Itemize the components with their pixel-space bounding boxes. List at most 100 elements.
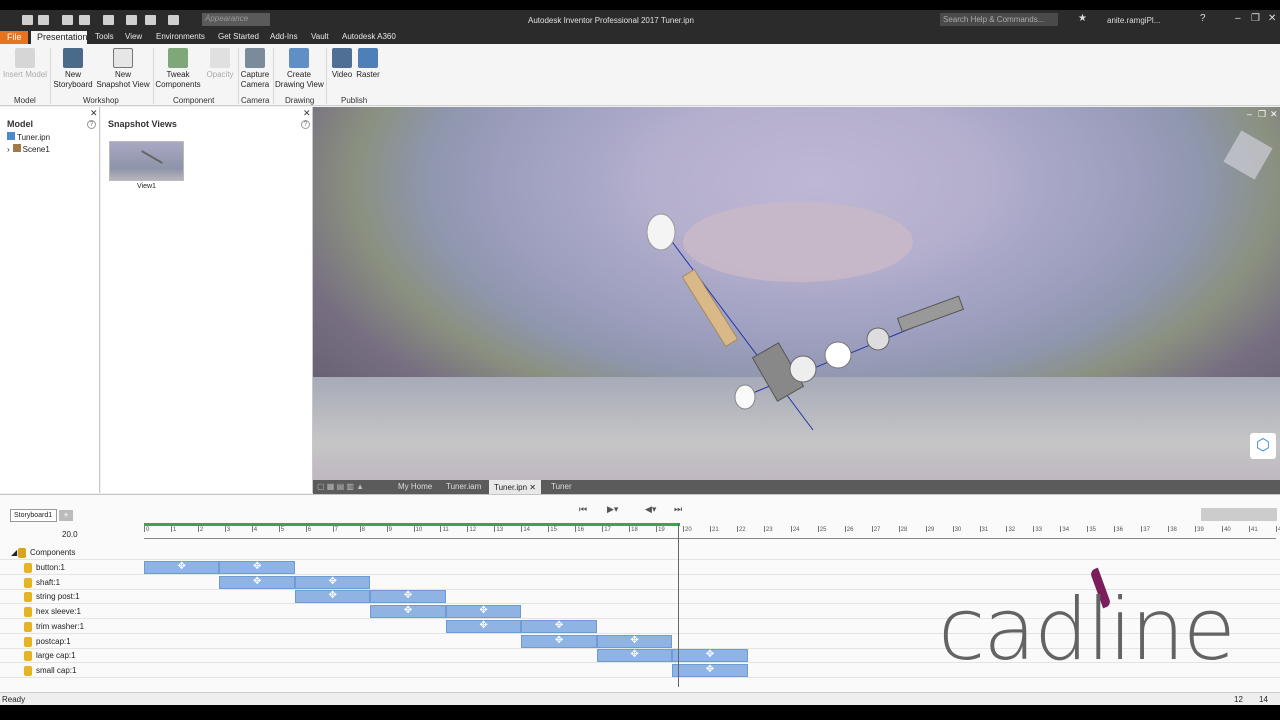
opacity-button[interactable]: Opacity (204, 48, 236, 80)
capture-camera-button[interactable]: Capture Camera (238, 48, 272, 90)
layout-icons[interactable]: ▢ ▦ ▤ ▥ ▲ (317, 482, 364, 491)
close-icon[interactable]: ✕ (90, 108, 98, 119)
action-bar[interactable]: ✥ (521, 634, 597, 648)
search-input[interactable]: Search Help & Commands... (940, 13, 1058, 26)
tab-add-ins[interactable]: Add-Ins (270, 32, 298, 41)
tweak-icon (168, 48, 188, 68)
action-bar[interactable]: ✥ (370, 605, 446, 619)
action-bar[interactable]: ✥ (144, 561, 220, 574)
action-bar[interactable]: ✥ (596, 634, 673, 648)
home-icon[interactable] (126, 15, 137, 25)
document-tabs: ▢ ▦ ▤ ▥ ▲ My Home Tuner.iam Tuner.ipn ✕ … (313, 480, 1280, 494)
tab-vault[interactable]: Vault (311, 32, 329, 41)
component-label[interactable]: trim washer:1 (36, 622, 84, 631)
snapshot-thumbnail[interactable] (109, 141, 184, 181)
ruler-tick (1060, 526, 1062, 532)
close-icon[interactable]: ✕ (529, 483, 536, 492)
tab-my-home[interactable]: My Home (398, 482, 432, 491)
tab-presentation[interactable]: Presentation (31, 31, 88, 44)
action-bar[interactable]: ✥ (596, 649, 673, 663)
action-bar[interactable]: ✥ (521, 619, 597, 633)
model-panel-title[interactable]: Model (7, 119, 33, 129)
insert-model-button[interactable]: Insert Model (3, 48, 47, 80)
timeline-zoom-slider[interactable] (1201, 508, 1277, 521)
action-bar[interactable]: ✥ (294, 590, 371, 604)
component-label[interactable]: hex sleeve:1 (36, 607, 81, 616)
component-label[interactable]: postcap:1 (36, 637, 71, 646)
app-menu-icon[interactable] (22, 15, 33, 25)
action-bar[interactable]: ✥ (445, 605, 522, 619)
tweak-components-button[interactable]: Tweak Components (155, 48, 201, 90)
ruler-tick (683, 526, 685, 532)
tab-a360[interactable]: Autodesk A360 (342, 32, 396, 41)
component-label[interactable]: button:1 (36, 563, 65, 572)
small-cap-part (734, 384, 756, 410)
ruler-tick-label: 18 (631, 527, 638, 533)
color-icon[interactable] (168, 15, 179, 25)
reverse-icon[interactable]: ◀▾ (645, 504, 656, 515)
3d-viewport[interactable]: ⬡ – ❐ ✕ (313, 107, 1280, 480)
viewport-restore[interactable]: ❐ (1258, 109, 1266, 120)
tree-item-tuner-ipn[interactable]: Tuner.ipn (7, 132, 50, 142)
goto-end-icon[interactable]: ⏭ (674, 504, 682, 515)
close-button[interactable]: ✕ (1268, 13, 1276, 24)
action-bar[interactable]: ✥ (672, 663, 748, 677)
open-icon[interactable] (38, 15, 49, 25)
viewport-close[interactable]: ✕ (1270, 109, 1278, 120)
tab-view[interactable]: View (125, 32, 142, 41)
time-ruler[interactable]: 0 1 2 3 4 5 6 7 8 9 10 11 12 13 14 15 16 17 18 19 20 21 22 23 24… (144, 523, 1280, 539)
ruler-tick-label: 8 (361, 527, 365, 533)
new-storyboard-button[interactable]: New Storyboard (52, 48, 94, 90)
tab-tuner-iam[interactable]: Tuner.iam (446, 482, 481, 491)
navigation-wheel-icon[interactable]: ⬡ (1250, 433, 1276, 459)
tab-environments[interactable]: Environments (156, 32, 205, 41)
material-icon[interactable] (145, 15, 156, 25)
close-icon[interactable]: ✕ (303, 108, 311, 119)
move-icon: ✥ (403, 590, 413, 602)
restore-button[interactable]: ❐ (1251, 13, 1260, 24)
component-label[interactable]: shaft:1 (36, 578, 60, 587)
playhead[interactable] (678, 523, 679, 687)
add-storyboard-button[interactable]: + (59, 510, 73, 521)
action-bar[interactable]: ✥ (294, 575, 371, 589)
tree-item-scene1[interactable]: › Scene1 (7, 144, 50, 154)
action-bar[interactable]: ✥ (219, 575, 295, 589)
create-drawing-view-button[interactable]: Create Drawing View (275, 48, 324, 90)
component-label[interactable]: small cap:1 (36, 666, 76, 675)
storyboard-tab[interactable]: Storyboard1 (10, 509, 57, 522)
help-icon[interactable]: ? (1200, 13, 1206, 24)
tab-tuner[interactable]: Tuner (551, 482, 572, 491)
ruler-tick (602, 526, 604, 532)
component-label[interactable]: string post:1 (36, 592, 80, 601)
action-bar[interactable]: ✥ (445, 619, 522, 633)
undo-icon[interactable] (79, 15, 90, 25)
star-icon[interactable]: ★ (1078, 13, 1087, 24)
help-icon[interactable]: ? (87, 120, 96, 129)
expand-icon[interactable]: › (7, 145, 10, 154)
move-icon: ✥ (554, 619, 564, 631)
expand-icon[interactable]: ◢ (11, 548, 17, 557)
component-label[interactable]: large cap:1 (36, 651, 76, 660)
save-icon[interactable] (62, 15, 73, 25)
help-icon[interactable]: ? (301, 120, 310, 129)
user-account[interactable]: anite.ramgiPl... (1107, 16, 1160, 25)
tab-get-started[interactable]: Get Started (218, 32, 259, 41)
minimize-button[interactable]: – (1235, 13, 1241, 24)
action-bar[interactable]: ✥ (219, 561, 295, 574)
raster-button[interactable]: Raster (356, 48, 380, 80)
goto-start-icon[interactable]: ⏮ (579, 504, 587, 515)
ruler-tick-label: 3 (226, 527, 231, 533)
tab-tools[interactable]: Tools (95, 32, 114, 41)
video-button[interactable]: Video (330, 48, 354, 80)
menu-file[interactable]: File (0, 31, 28, 44)
play-icon[interactable]: ▶▾ (607, 504, 618, 515)
action-bar[interactable]: ✥ (672, 649, 748, 663)
action-bar[interactable]: ✥ (370, 590, 446, 604)
new-snapshot-button[interactable]: New Snapshot View (96, 48, 150, 90)
redo-icon[interactable] (103, 15, 114, 25)
current-time[interactable]: 20.0 (62, 530, 78, 539)
viewport-minimize[interactable]: – (1247, 109, 1252, 119)
ribbon-separator (273, 48, 274, 104)
tab-tuner-ipn[interactable]: Tuner.ipn ✕ (489, 480, 541, 494)
appearance-dropdown[interactable]: Appearance (202, 13, 270, 26)
